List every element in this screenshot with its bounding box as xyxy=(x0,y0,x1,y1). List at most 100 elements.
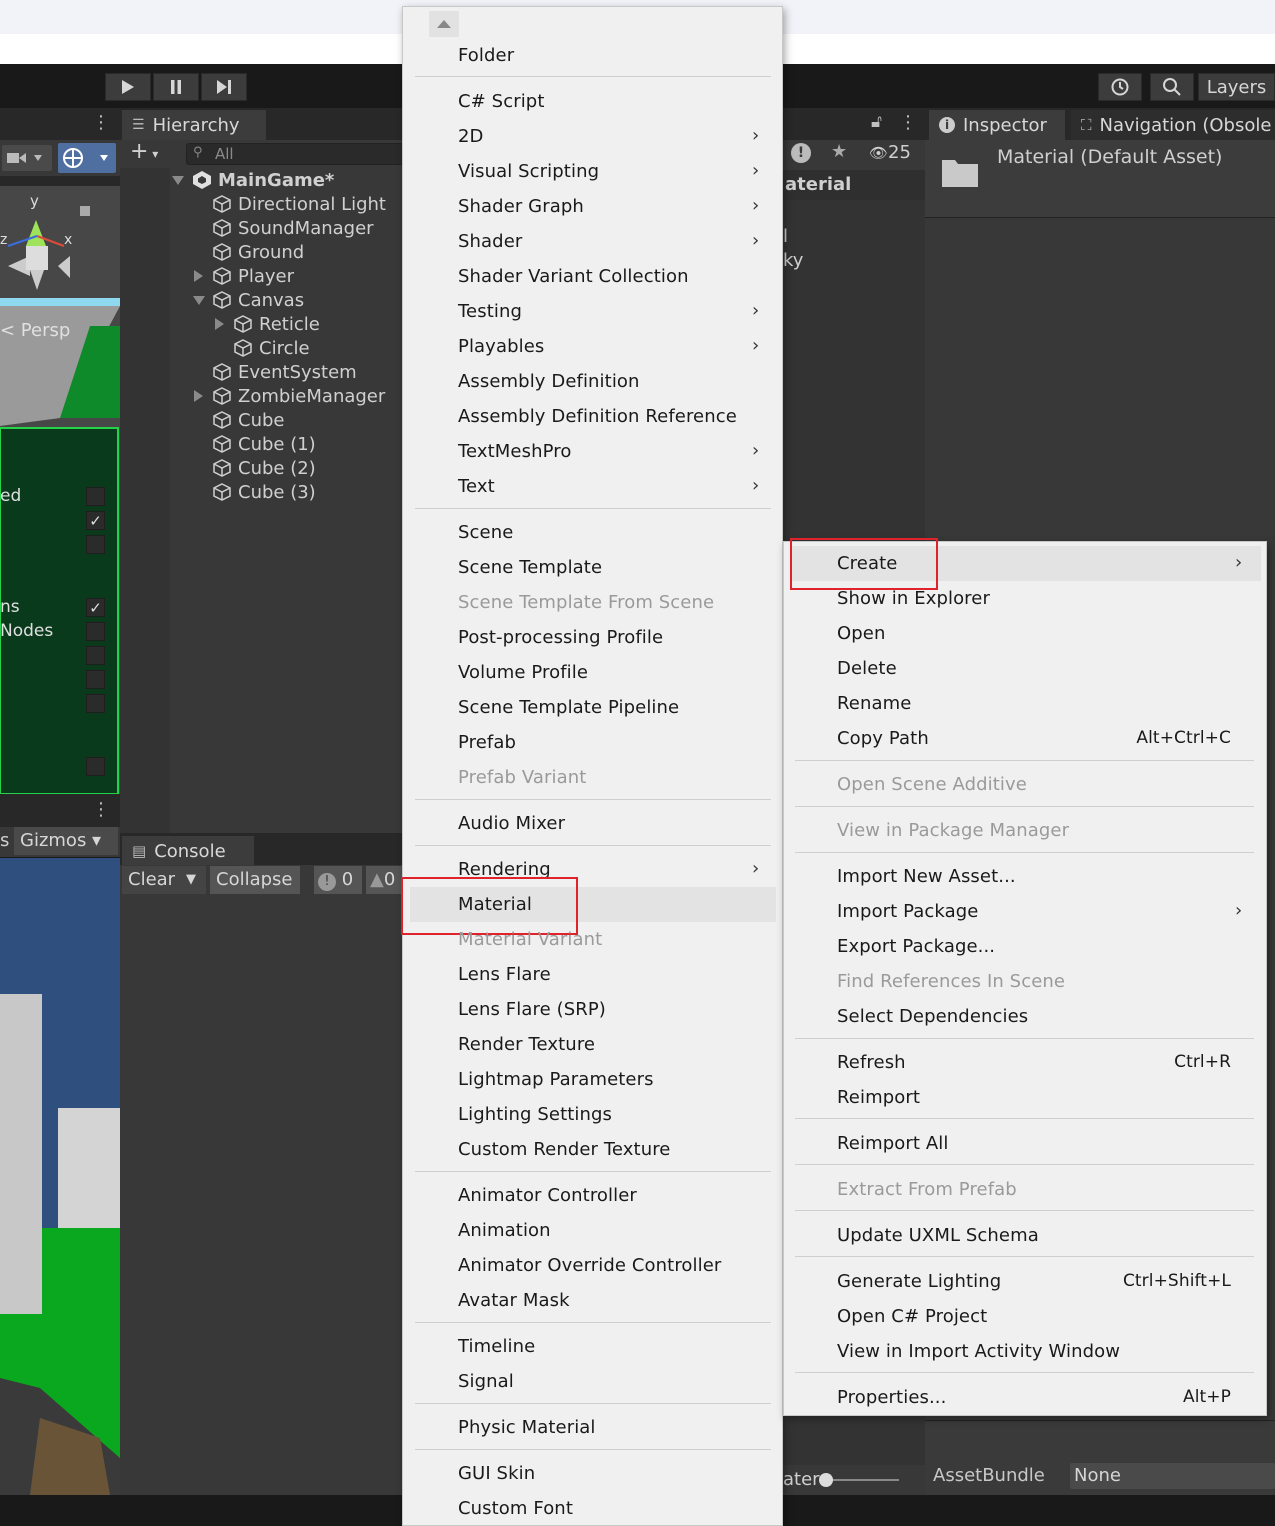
overlay-checkbox[interactable] xyxy=(86,622,105,641)
create-menu-item-animator-controller[interactable]: Animator Controller xyxy=(458,1178,768,1213)
collapse-arrow-icon[interactable] xyxy=(193,296,205,305)
hierarchy-item-cube-3[interactable]: Cube (3) xyxy=(212,480,316,504)
create-menu-item-textmeshpro[interactable]: TextMeshPro › xyxy=(458,434,768,469)
add-object-button[interactable]: + ▾ xyxy=(130,139,158,164)
hierarchy-item-reticle[interactable]: Reticle xyxy=(233,312,320,336)
project-more-icon[interactable]: ⋮ xyxy=(899,112,917,133)
overlay-checkbox[interactable] xyxy=(86,757,105,776)
hierarchy-item-ground[interactable]: Ground xyxy=(212,240,304,264)
create-menu-item-scene-template-from-scene[interactable]: Scene Template From Scene xyxy=(458,585,768,620)
scroll-up-button[interactable] xyxy=(429,11,459,37)
hierarchy-item-soundmanager[interactable]: SoundManager xyxy=(212,216,374,240)
create-menu-item-physic-material[interactable]: Physic Material xyxy=(458,1410,768,1445)
context-menu-item-open-c-project[interactable]: Open C# Project xyxy=(837,1299,1257,1334)
gizmos-dropdown[interactable]: Gizmos ▾ xyxy=(14,827,118,855)
collapse-arrow-icon[interactable] xyxy=(172,176,184,185)
create-menu-item-lens-flare[interactable]: Lens Flare xyxy=(458,957,768,992)
create-menu-item-scene[interactable]: Scene xyxy=(458,515,768,550)
hierarchy-search-input[interactable]: ⚲ All xyxy=(186,143,406,165)
create-menu-item-prefab[interactable]: Prefab xyxy=(458,725,768,760)
context-menu-item-update-uxml-schema[interactable]: Update UXML Schema xyxy=(837,1218,1257,1253)
create-menu-item-lens-flare-srp[interactable]: Lens Flare (SRP) xyxy=(458,992,768,1027)
layers-dropdown[interactable]: Layers xyxy=(1198,73,1275,101)
tab-navigation[interactable]: ⛶ Navigation (Obsole xyxy=(1071,110,1275,140)
overlay-checkbox[interactable] xyxy=(86,487,105,506)
context-menu-item-view-in-import-activity-window[interactable]: View in Import Activity Window xyxy=(837,1334,1257,1369)
context-menu-item-show-in-explorer[interactable]: Show in Explorer xyxy=(837,581,1257,616)
hierarchy-item-cube-2[interactable]: Cube (2) xyxy=(212,456,316,480)
scene-more-icon[interactable]: ⋮ xyxy=(92,112,110,133)
hierarchy-item-directional-light[interactable]: Directional Light xyxy=(212,192,386,216)
context-menu-item-refresh[interactable]: Refresh Ctrl+R xyxy=(837,1045,1257,1080)
tab-console[interactable]: ▤ Console xyxy=(122,836,254,866)
context-menu-item-reimport[interactable]: Reimport xyxy=(837,1080,1257,1115)
overlay-checkbox-checked[interactable]: ✓ xyxy=(86,511,105,530)
hidden-packages-toggle[interactable]: 👁︎25 xyxy=(869,142,911,163)
gizmo-dropdown[interactable] xyxy=(58,143,116,173)
warning-toggle[interactable]: ▲0 xyxy=(366,866,402,894)
context-menu-item-properties[interactable]: Properties... Alt+P xyxy=(837,1380,1257,1415)
breadcrumb-fragment[interactable]: aterial xyxy=(785,174,851,195)
create-menu-item-testing[interactable]: Testing › xyxy=(458,294,768,329)
context-menu-item-reimport-all[interactable]: Reimport All xyxy=(837,1126,1257,1161)
create-menu-item-playables[interactable]: Playables › xyxy=(458,329,768,364)
hierarchy-item-eventsystem[interactable]: EventSystem xyxy=(212,360,357,384)
hierarchy-item-zombiemanager[interactable]: ZombieManager xyxy=(212,384,385,408)
context-menu-item-view-in-package-manager[interactable]: View in Package Manager xyxy=(837,813,1257,848)
persp-label[interactable]: < Persp xyxy=(0,320,70,341)
expand-arrow-icon[interactable] xyxy=(194,270,203,282)
hierarchy-item-canvas[interactable]: Canvas xyxy=(212,288,304,312)
context-menu-item-import-new-asset[interactable]: Import New Asset... xyxy=(837,859,1257,894)
step-button[interactable] xyxy=(201,73,247,101)
context-menu-item-generate-lighting[interactable]: Generate Lighting Ctrl+Shift+L xyxy=(837,1264,1257,1299)
assetbundle-dropdown[interactable]: None xyxy=(1070,1463,1275,1489)
create-menu-item-shader-variant-collection[interactable]: Shader Variant Collection xyxy=(458,259,768,294)
create-menu-item-shader[interactable]: Shader › xyxy=(458,224,768,259)
overlay-checkbox[interactable] xyxy=(86,646,105,665)
context-menu-item-copy-path[interactable]: Copy Path Alt+Ctrl+C xyxy=(837,721,1257,756)
create-menu-item-animator-override-controller[interactable]: Animator Override Controller xyxy=(458,1248,768,1283)
create-menu-item-assembly-definition[interactable]: Assembly Definition xyxy=(458,364,768,399)
hierarchy-item-cube-1[interactable]: Cube (1) xyxy=(212,432,316,456)
create-menu-item-scene-template-pipeline[interactable]: Scene Template Pipeline xyxy=(458,690,768,725)
create-menu-item-material-variant[interactable]: Material Variant xyxy=(458,922,768,957)
create-menu-item-lighting-settings[interactable]: Lighting Settings xyxy=(458,1097,768,1132)
icon-size-slider[interactable] xyxy=(823,1479,899,1481)
slider-thumb[interactable] xyxy=(819,1473,833,1487)
search-button[interactable] xyxy=(1150,73,1194,101)
create-menu-item-timeline[interactable]: Timeline xyxy=(458,1329,768,1364)
create-menu-item-lightmap-parameters[interactable]: Lightmap Parameters xyxy=(458,1062,768,1097)
create-menu-item-shader-graph[interactable]: Shader Graph › xyxy=(458,189,768,224)
tab-hierarchy[interactable]: ☰ Hierarchy xyxy=(122,110,266,140)
context-menu-item-open-scene-additive[interactable]: Open Scene Additive xyxy=(837,767,1257,802)
overlay-checkbox-checked[interactable]: ✓ xyxy=(86,598,105,617)
create-menu-item-text[interactable]: Text › xyxy=(458,469,768,504)
lock-icon[interactable]: 🔓︎ xyxy=(871,112,882,132)
context-menu-item-open[interactable]: Open xyxy=(837,616,1257,651)
context-menu-item-rename[interactable]: Rename xyxy=(837,686,1257,721)
hierarchy-item-player[interactable]: Player xyxy=(212,264,294,288)
create-menu-item-scene-template[interactable]: Scene Template xyxy=(458,550,768,585)
create-menu-item-render-texture[interactable]: Render Texture xyxy=(458,1027,768,1062)
error-toggle[interactable]: ! 0 xyxy=(314,866,362,894)
create-menu-item-assembly-definition-reference[interactable]: Assembly Definition Reference xyxy=(458,399,768,434)
game-viewport[interactable] xyxy=(0,858,120,1495)
hierarchy-item-circle[interactable]: Circle xyxy=(233,336,310,360)
game-more-icon[interactable]: ⋮ xyxy=(92,799,110,820)
create-menu-item-gui-skin[interactable]: GUI Skin xyxy=(458,1456,768,1491)
hierarchy-item-cube[interactable]: Cube xyxy=(212,408,284,432)
create-menu-item-folder[interactable]: Folder xyxy=(458,38,768,73)
context-menu-item-find-references-in-scene[interactable]: Find References In Scene xyxy=(837,964,1257,999)
favorite-star-icon[interactable]: ★ xyxy=(831,141,847,162)
context-menu-item-import-package[interactable]: Import Package › xyxy=(837,894,1257,929)
create-menu-item-custom-render-texture[interactable]: Custom Render Texture xyxy=(458,1132,768,1167)
collapse-button[interactable]: Collapse xyxy=(210,866,300,894)
expand-arrow-icon[interactable] xyxy=(215,318,224,330)
create-menu-item-visual-scripting[interactable]: Visual Scripting › xyxy=(458,154,768,189)
history-button[interactable] xyxy=(1098,73,1142,101)
camera-dropdown[interactable] xyxy=(2,145,52,171)
expand-arrow-icon[interactable] xyxy=(194,390,203,402)
create-menu-item-c-script[interactable]: C# Script xyxy=(458,84,768,119)
pause-button[interactable] xyxy=(153,73,199,101)
create-menu-item-2d[interactable]: 2D › xyxy=(458,119,768,154)
